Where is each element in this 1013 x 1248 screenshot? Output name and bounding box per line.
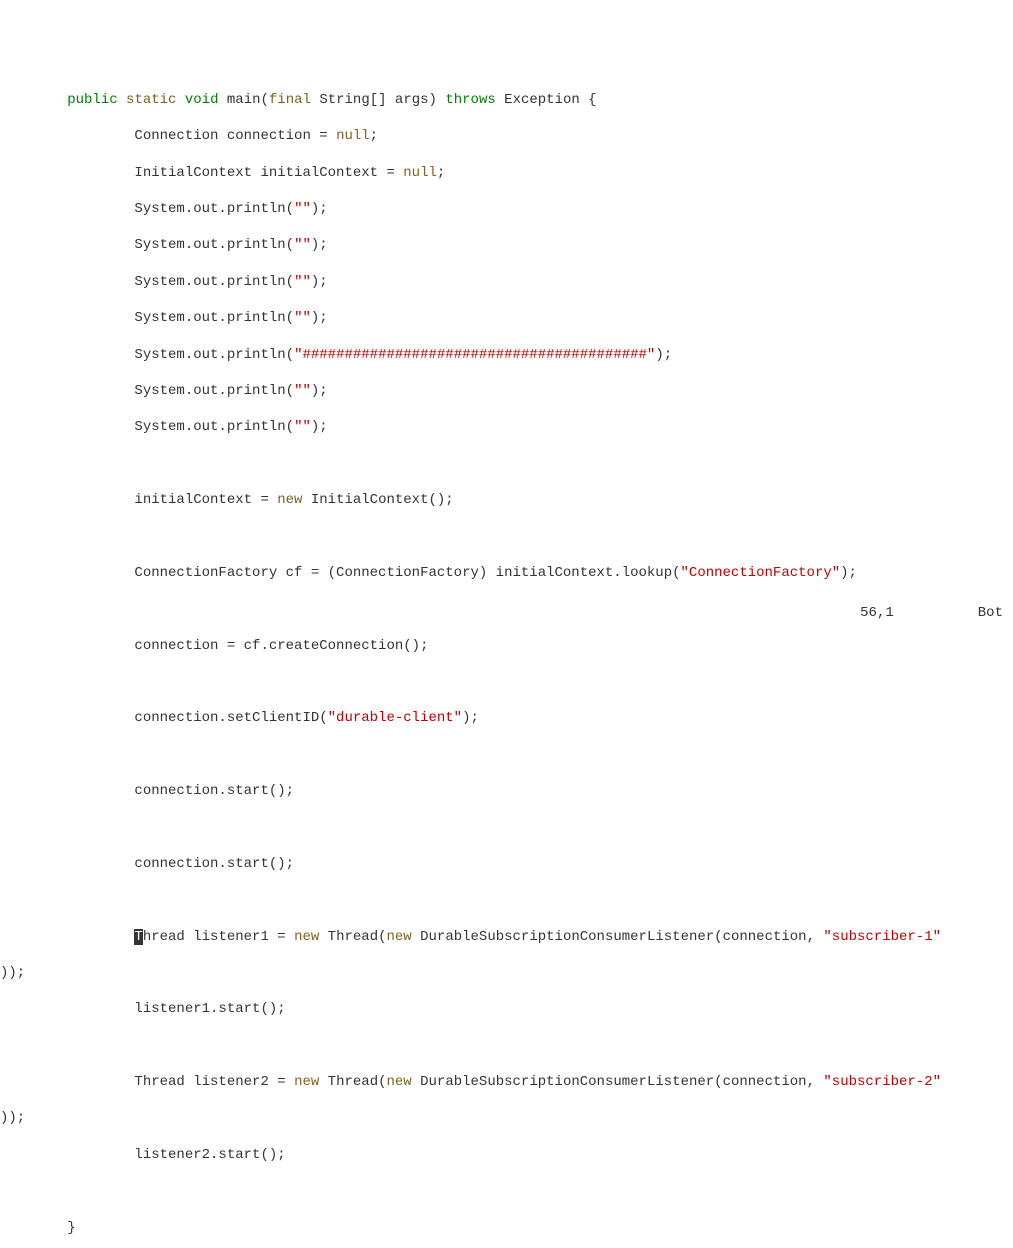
code-line [0,818,1013,836]
code-line: Thread listener2 = new Thread(new Durabl… [0,1073,1013,1091]
code-line: System.out.println(""); [0,382,1013,400]
code-line: } [0,1219,1013,1237]
text-cursor: T [134,929,142,945]
code-line: connection.start(); [0,782,1013,800]
code-line [0,527,1013,545]
code-line: )); [0,1109,1013,1127]
code-line [0,1182,1013,1200]
code-line: System.out.println(""); [0,418,1013,436]
code-line: connection.start(); [0,855,1013,873]
code-line: Thread listener1 = new Thread(new Durabl… [0,928,1013,946]
code-line [0,1037,1013,1055]
code-line: System.out.println(""); [0,236,1013,254]
scroll-indicator: Bot [978,605,1003,621]
code-line: initialContext = new InitialContext(); [0,491,1013,509]
code-line [0,891,1013,909]
code-line: System.out.println(""); [0,309,1013,327]
code-line: )); [0,964,1013,982]
status-bar: 56,1 Bot [843,586,1003,622]
code-line: public static void main(final String[] a… [0,91,1013,109]
code-line: ConnectionFactory cf = (ConnectionFactor… [0,564,1013,582]
code-line [0,746,1013,764]
code-line: listener1.start(); [0,1000,1013,1018]
code-line: System.out.println("####################… [0,346,1013,364]
code-line [0,455,1013,473]
code-line: System.out.println(""); [0,273,1013,291]
code-editor[interactable]: public static void main(final String[] a… [0,73,1013,1248]
code-line: Connection connection = null; [0,127,1013,145]
code-line: connection.setClientID("durable-client")… [0,709,1013,727]
code-line: System.out.println(""); [0,200,1013,218]
code-line: connection = cf.createConnection(); [0,637,1013,655]
code-line: listener2.start(); [0,1146,1013,1164]
code-line: InitialContext initialContext = null; [0,164,1013,182]
cursor-position: 56,1 [860,605,894,621]
code-line [0,673,1013,691]
